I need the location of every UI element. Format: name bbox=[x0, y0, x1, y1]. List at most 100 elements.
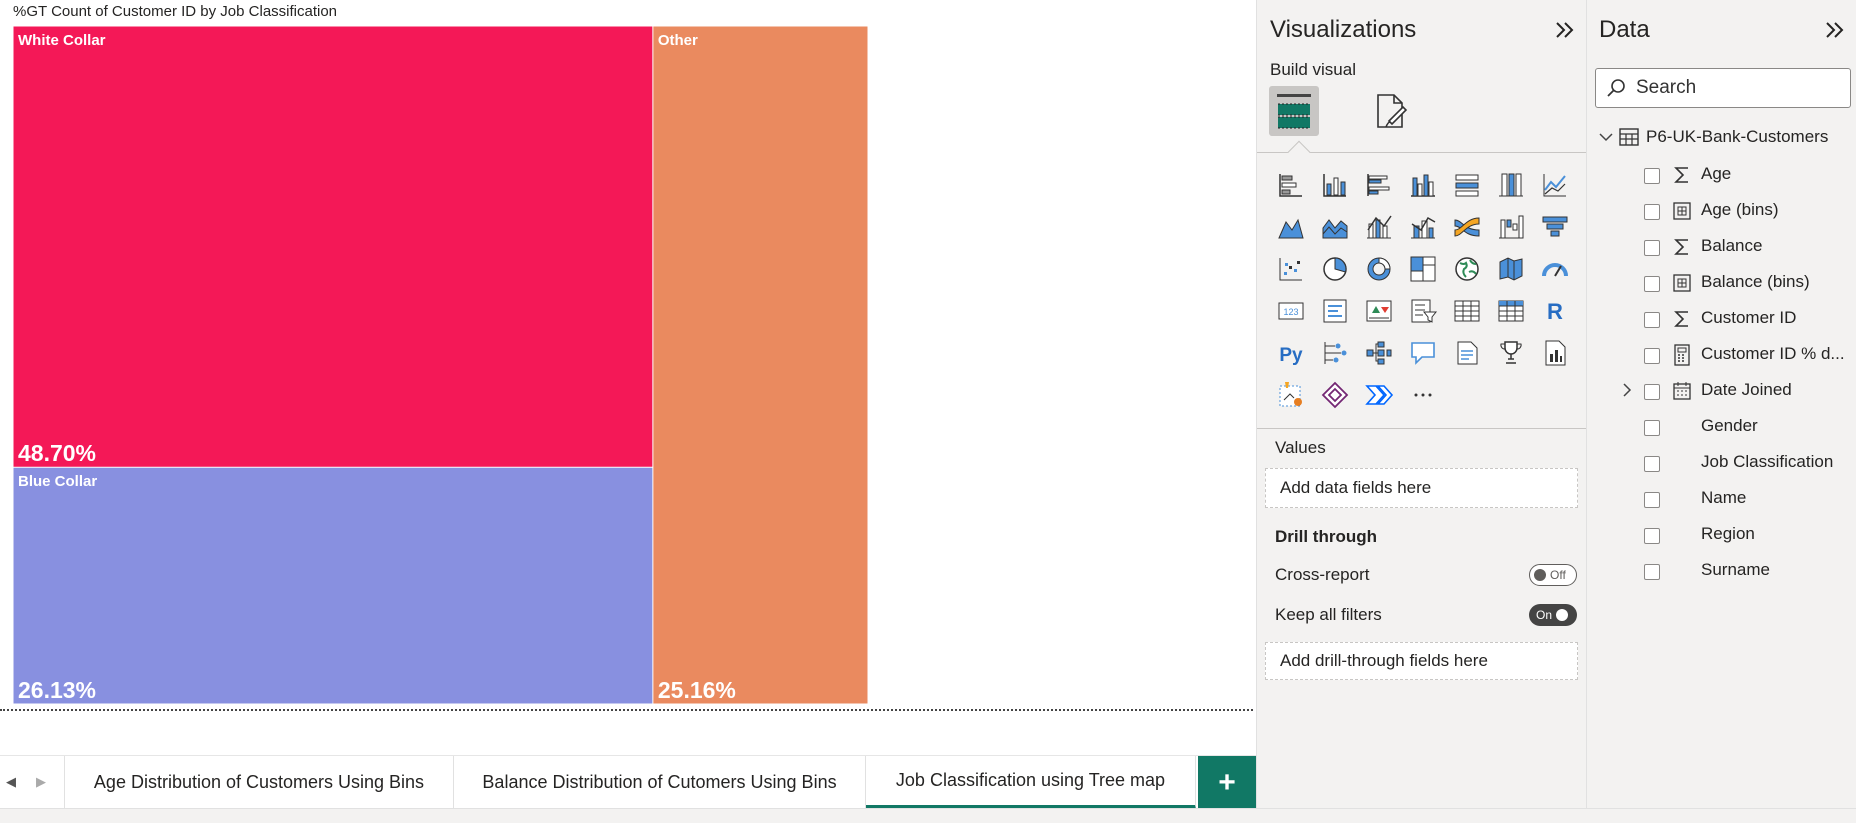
chevron-right-icon[interactable] bbox=[1622, 382, 1632, 403]
ribbon-chart-icon bbox=[1454, 217, 1480, 237]
field-checkbox[interactable] bbox=[1644, 420, 1660, 436]
data-search-box[interactable] bbox=[1595, 68, 1851, 108]
search-input[interactable] bbox=[1636, 77, 1836, 99]
100-stacked-column-visual-button[interactable] bbox=[1489, 164, 1533, 206]
matrix-visual-button[interactable] bbox=[1489, 290, 1533, 332]
treemap-tile-blue-collar[interactable]: Blue Collar 26.13% bbox=[13, 467, 653, 704]
power-apps-visual-button[interactable] bbox=[1313, 374, 1357, 416]
paginated-report-visual-button[interactable] bbox=[1533, 332, 1577, 374]
slicer-visual-button[interactable] bbox=[1401, 290, 1445, 332]
line-stacked-column-visual-button[interactable] bbox=[1401, 206, 1445, 248]
kpi-icon bbox=[1366, 300, 1392, 322]
tab-balance-distribution[interactable]: Balance Distribution of Cutomers Using B… bbox=[454, 756, 866, 809]
tab-job-classification[interactable]: Job Classification using Tree map bbox=[866, 756, 1196, 809]
metrics-visual-button[interactable] bbox=[1489, 332, 1533, 374]
field-checkbox[interactable] bbox=[1644, 204, 1660, 220]
field-age[interactable]: Age bbox=[1587, 161, 1856, 191]
field-checkbox[interactable] bbox=[1644, 168, 1660, 184]
table-visual-button[interactable] bbox=[1445, 290, 1489, 332]
treemap-tile-rect[interactable] bbox=[13, 467, 653, 704]
qna-icon bbox=[1411, 342, 1435, 365]
field-checkbox[interactable] bbox=[1644, 240, 1660, 256]
field-checkbox[interactable] bbox=[1644, 276, 1660, 292]
field-checkbox[interactable] bbox=[1644, 312, 1660, 328]
treemap-build-button[interactable] bbox=[1269, 86, 1319, 136]
values-drop-zone[interactable]: Add data fields here bbox=[1265, 468, 1578, 508]
tab-label: Age Distribution of Customers Using Bins bbox=[93, 772, 425, 792]
power-automate-visual-button[interactable] bbox=[1269, 374, 1313, 416]
svg-text:Py: Py bbox=[1279, 345, 1303, 366]
more-visuals-visual-button[interactable] bbox=[1401, 374, 1445, 416]
field-date-joined[interactable]: Date Joined bbox=[1587, 377, 1856, 407]
pie-chart-visual-button[interactable] bbox=[1313, 248, 1357, 290]
field-age-bins[interactable]: Age (bins) bbox=[1587, 197, 1856, 227]
format-visual-button[interactable] bbox=[1367, 86, 1417, 136]
qna-visual-button[interactable] bbox=[1401, 332, 1445, 374]
format-brush-icon bbox=[1377, 94, 1408, 128]
tab-scroll-left-icon[interactable]: ◀ bbox=[6, 774, 16, 790]
clustered-bar-visual-button[interactable] bbox=[1357, 164, 1401, 206]
field-checkbox[interactable] bbox=[1644, 348, 1660, 364]
field-customer-id[interactable]: Customer ID bbox=[1587, 305, 1856, 335]
ribbon-chart-visual-button[interactable] bbox=[1445, 206, 1489, 248]
field-surname[interactable]: Surname bbox=[1587, 557, 1856, 587]
tab-age-distribution[interactable]: Age Distribution of Customers Using Bins bbox=[64, 756, 454, 809]
treemap-chart[interactable]: White Collar 48.70% Blue Collar 26.13% Other… bbox=[13, 26, 868, 704]
100-stacked-bar-visual-button[interactable] bbox=[1445, 164, 1489, 206]
stacked-bar-visual-button[interactable] bbox=[1269, 164, 1313, 206]
field-checkbox[interactable] bbox=[1644, 456, 1660, 472]
field-checkbox[interactable] bbox=[1644, 564, 1660, 580]
scatter-chart-visual-button[interactable] bbox=[1269, 248, 1313, 290]
chevron-down-icon[interactable] bbox=[1599, 132, 1613, 142]
table-node[interactable]: P6-UK-Bank-Customers bbox=[1599, 127, 1828, 147]
tab-scroll-right-icon[interactable]: ▶ bbox=[36, 774, 46, 790]
card-visual-button[interactable]: 123 bbox=[1269, 290, 1313, 332]
field-customer-id-d[interactable]: Customer ID % d... bbox=[1587, 341, 1856, 371]
collapse-visualizations-icon[interactable] bbox=[1554, 20, 1576, 43]
field-checkbox[interactable] bbox=[1644, 528, 1660, 544]
treemap-tile-white-collar[interactable]: White Collar 48.70% bbox=[13, 26, 653, 467]
field-label: Customer ID bbox=[1701, 308, 1797, 327]
filled-map-visual-button[interactable] bbox=[1489, 248, 1533, 290]
treemap-tile-other[interactable]: Other 25.16% bbox=[653, 26, 868, 704]
line-clustered-column-visual-button[interactable] bbox=[1357, 206, 1401, 248]
treemap-tile-rect[interactable] bbox=[13, 26, 653, 467]
r-visual-visual-button[interactable]: R bbox=[1533, 290, 1577, 332]
funnel-chart-visual-button[interactable] bbox=[1533, 206, 1577, 248]
decomposition-tree-visual-button[interactable] bbox=[1357, 332, 1401, 374]
key-influencers-visual-button[interactable] bbox=[1313, 332, 1357, 374]
field-name[interactable]: Name bbox=[1587, 485, 1856, 515]
line-stacked-area-visual-button[interactable] bbox=[1313, 206, 1357, 248]
donut-chart-visual-button[interactable] bbox=[1357, 248, 1401, 290]
field-job-classification[interactable]: Job Classification bbox=[1587, 449, 1856, 479]
field-region[interactable]: Region bbox=[1587, 521, 1856, 551]
treemap-chart-visual-button[interactable] bbox=[1401, 248, 1445, 290]
field-checkbox[interactable] bbox=[1644, 492, 1660, 508]
area-chart-visual-button[interactable] bbox=[1269, 206, 1313, 248]
line-chart-visual-button[interactable] bbox=[1533, 164, 1577, 206]
toggle-knob bbox=[1534, 569, 1546, 581]
multi-row-card-visual-button[interactable] bbox=[1313, 290, 1357, 332]
drill-through-drop-zone[interactable]: Add drill-through fields here bbox=[1265, 642, 1578, 680]
collapse-data-icon[interactable] bbox=[1824, 20, 1846, 43]
field-checkbox[interactable] bbox=[1644, 384, 1660, 400]
python-visual-visual-button[interactable]: Py bbox=[1269, 332, 1313, 374]
cross-report-toggle[interactable]: Off bbox=[1529, 564, 1577, 586]
stacked-column-visual-button[interactable] bbox=[1313, 164, 1357, 206]
field-balance[interactable]: Balance bbox=[1587, 233, 1856, 263]
keep-all-filters-toggle[interactable]: On bbox=[1529, 604, 1577, 626]
clustered-column-visual-button[interactable] bbox=[1401, 164, 1445, 206]
drill-through-label: Drill through bbox=[1275, 527, 1377, 546]
svg-text:123: 123 bbox=[1283, 307, 1298, 317]
smart-narrative-visual-button[interactable] bbox=[1445, 332, 1489, 374]
add-page-button[interactable]: + bbox=[1198, 756, 1256, 809]
power-automate-flow-visual-button[interactable] bbox=[1357, 374, 1401, 416]
map-visual-button[interactable] bbox=[1445, 248, 1489, 290]
treemap-tile-rect[interactable] bbox=[653, 26, 868, 704]
kpi-visual-button[interactable] bbox=[1357, 290, 1401, 332]
line-clustered-column-icon bbox=[1367, 215, 1392, 239]
field-gender[interactable]: Gender bbox=[1587, 413, 1856, 443]
field-balance-bins[interactable]: Balance (bins) bbox=[1587, 269, 1856, 299]
gauge-visual-button[interactable] bbox=[1533, 248, 1577, 290]
waterfall-chart-visual-button[interactable] bbox=[1489, 206, 1533, 248]
